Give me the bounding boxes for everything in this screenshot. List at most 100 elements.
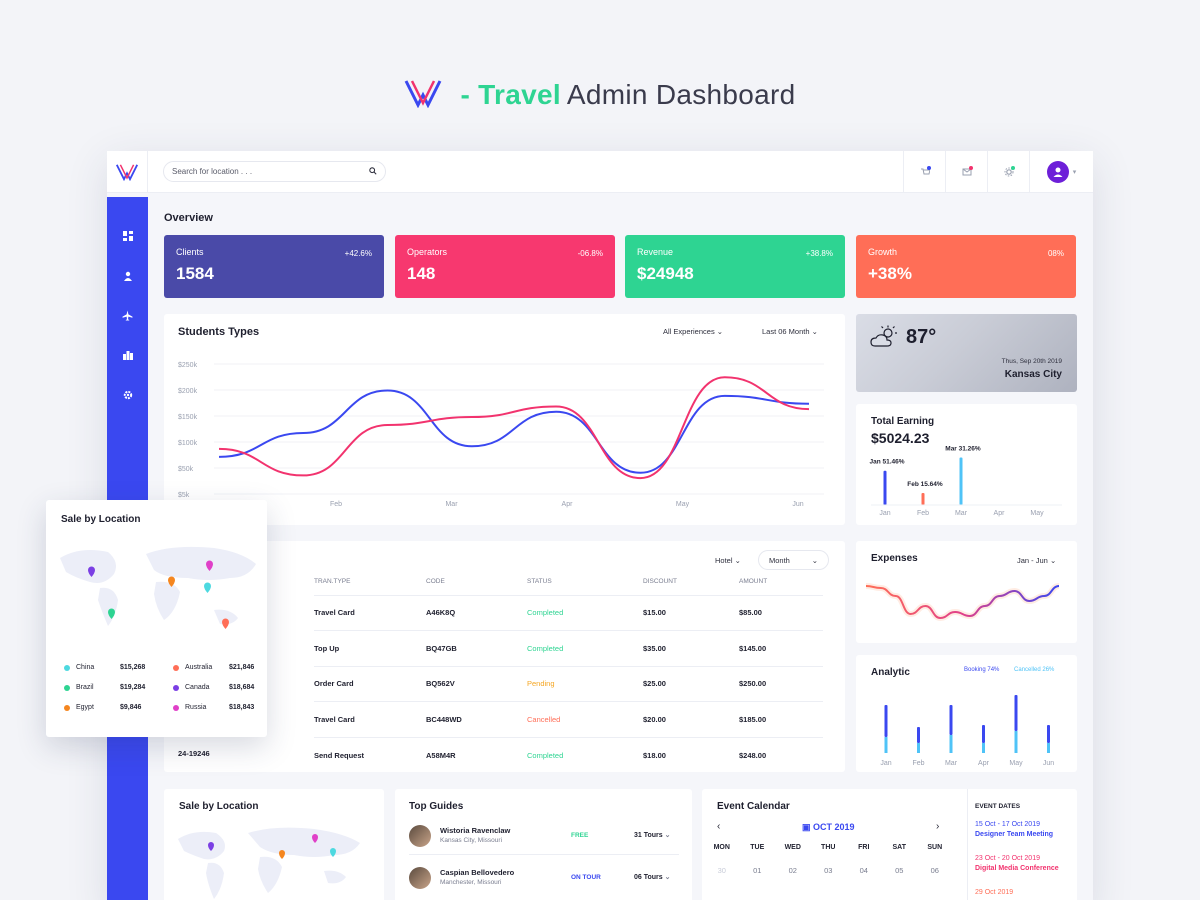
kpi-label: Clients — [176, 247, 204, 257]
cell-amount: $185.00 — [739, 701, 823, 737]
guide-tours-dropdown[interactable]: 06 Tours ⌄ — [634, 873, 670, 881]
calendar-day[interactable]: 01 — [740, 866, 776, 875]
chevron-down-icon: ⌄ — [734, 556, 741, 565]
chevron-left-icon[interactable]: ‹ — [717, 821, 720, 832]
calendar-day[interactable]: 04 — [846, 866, 882, 875]
search-icon[interactable] — [369, 166, 377, 177]
kpi-change: +42.6% — [344, 249, 372, 258]
y-tick-label: $150k — [178, 414, 198, 421]
table-row[interactable]: Send Request A58M4R Completed $18.00 $248.00 — [314, 736, 823, 773]
cell-status: Pending — [527, 665, 643, 702]
sale-location-popup: Sale by Location China $15,268 Australia $2… — [46, 500, 267, 737]
divider — [967, 789, 968, 900]
guide-status: FREE — [571, 832, 589, 839]
series-line-1 — [218, 376, 810, 480]
cell-status: Cancelled — [527, 701, 643, 737]
user-menu[interactable]: ▾ — [1029, 151, 1093, 193]
weekday: TUE — [750, 844, 765, 851]
x-tick-label: Mar — [445, 501, 458, 508]
table-row[interactable]: Top Up BQ47GB Completed $35.00 $145.00 — [314, 630, 823, 666]
bar-cancelled — [1014, 731, 1018, 753]
weekday: WED — [784, 844, 801, 851]
students-types-card: Students Types All Experiences ⌄ Last 06… — [164, 314, 845, 525]
guide-list-item[interactable]: Caspian Bellovedero Manchester, Missouri O… — [409, 865, 679, 897]
event-item[interactable]: 15 Oct - 17 Oct 2019 Designer Team Meetin… — [975, 821, 1053, 838]
cell-type: Top Up — [314, 630, 426, 666]
building-icon[interactable] — [107, 345, 148, 365]
brand-logo-small[interactable] — [107, 151, 148, 193]
x-tick-label: Apr — [994, 510, 1006, 517]
gear-icon[interactable] — [107, 385, 148, 405]
chevron-right-icon[interactable]: › — [936, 821, 939, 832]
plane-icon[interactable] — [107, 305, 148, 325]
location-legend-item: Australia $21,846 — [173, 664, 273, 671]
user-avatar-icon[interactable] — [1046, 161, 1069, 183]
cell-type: Send Request — [314, 736, 426, 773]
bar-booking — [982, 725, 985, 743]
location-legend-item: Russia $18,843 — [173, 704, 273, 711]
overview-title: Overview — [164, 212, 213, 224]
event-name: Digital Media Conference — [975, 865, 1059, 872]
calendar-day[interactable]: 02 — [775, 866, 811, 875]
event-item[interactable]: 29 Oct 2019 — [975, 889, 1013, 899]
cell-type: Order Card — [314, 665, 426, 702]
x-tick-label: Mar — [945, 760, 958, 767]
gear-icon[interactable] — [987, 151, 1029, 193]
kpi-card-operators[interactable]: Operators -06.8% 148 — [395, 235, 615, 298]
filter-month[interactable]: Month ⌄ — [758, 550, 829, 570]
col-header-type: TRAN.TYPE — [314, 578, 351, 586]
kpi-card-clients[interactable]: Clients +42.6% 1584 — [164, 235, 384, 298]
x-tick-label: May — [1009, 760, 1023, 767]
table-row[interactable]: Travel Card BC448WD Cancelled $20.00 $185.00 — [314, 701, 823, 737]
legend-country: Russia — [185, 704, 207, 711]
bar-label: Jan 51.46% — [869, 459, 904, 466]
x-tick-label: Jun — [792, 501, 803, 508]
calendar-day[interactable]: 05 — [882, 866, 918, 875]
kpi-label: Operators — [407, 247, 448, 257]
legend-country: Brazil — [76, 684, 94, 691]
calendar-month-label[interactable]: ▣ OCT 2019 — [802, 822, 855, 833]
col-header-discount: DISCOUNT — [643, 578, 677, 586]
dashboard-icon[interactable] — [107, 226, 148, 246]
filter-hotel[interactable]: Hotel ⌄ — [715, 556, 741, 565]
legend-country: Egypt — [76, 704, 94, 711]
calendar-day[interactable]: 03 — [811, 866, 847, 875]
legend-country: Australia — [185, 664, 213, 671]
cell-code: BQ47GB — [426, 630, 527, 666]
guide-tours-dropdown[interactable]: 31 Tours ⌄ — [634, 831, 670, 839]
weather-date: Thus, Sep 20th 2019 — [1001, 358, 1062, 365]
table-row[interactable]: Travel Card A46K8Q Completed $15.00 $85.00 — [314, 594, 823, 631]
calendar-day[interactable]: 06 — [917, 866, 953, 875]
cart-icon[interactable] — [903, 151, 945, 193]
guide-list-item[interactable]: Wistoria Ravenclaw Kansas City, Missouri F… — [409, 823, 679, 855]
weather-card: 87° Thus, Sep 20th 2019 Kansas City — [856, 314, 1077, 392]
filter-month-label: Month — [769, 555, 790, 565]
kpi-card-growth[interactable]: Growth 08% +38% — [856, 235, 1076, 298]
chevron-down-icon: ⌄ — [664, 874, 671, 881]
guide-name: Wistoria Ravenclaw — [440, 826, 511, 835]
bar-booking — [917, 727, 920, 743]
calendar-icon: ▣ — [802, 822, 811, 832]
cell-status: Completed — [527, 736, 643, 773]
event-name: Designer Team Meeting — [975, 831, 1054, 838]
event-item[interactable]: 23 Oct - 20 Oct 2019 Digital Media Confer… — [975, 855, 1059, 872]
kpi-value: 148 — [407, 264, 436, 283]
calendar-day[interactable]: 30 — [704, 866, 740, 875]
x-tick-label: May — [676, 501, 690, 508]
top-guides-title: Top Guides — [409, 801, 464, 812]
bar — [959, 457, 963, 505]
search-input[interactable]: Search for location . . . — [163, 161, 386, 182]
bar-booking — [949, 705, 953, 735]
legend-dot — [173, 704, 179, 711]
chevron-down-icon[interactable]: ▾ — [1073, 168, 1077, 176]
kpi-card-revenue[interactable]: Revenue +38.8% $24948 — [625, 235, 845, 298]
mail-icon[interactable] — [945, 151, 987, 193]
legend-value: $19,284 — [120, 684, 146, 691]
x-tick-label: Feb — [330, 501, 342, 508]
sale-location-popup-title: Sale by Location — [61, 514, 141, 525]
analytic-card: Analytic Booking 74% Cancelled 26% Jan Fe… — [856, 655, 1077, 772]
bar — [883, 470, 887, 505]
table-row[interactable]: Order Card BQ562V Pending $25.00 $250.00 — [314, 665, 823, 702]
user-icon[interactable] — [107, 266, 148, 286]
weather-temperature: 87° — [906, 326, 937, 348]
